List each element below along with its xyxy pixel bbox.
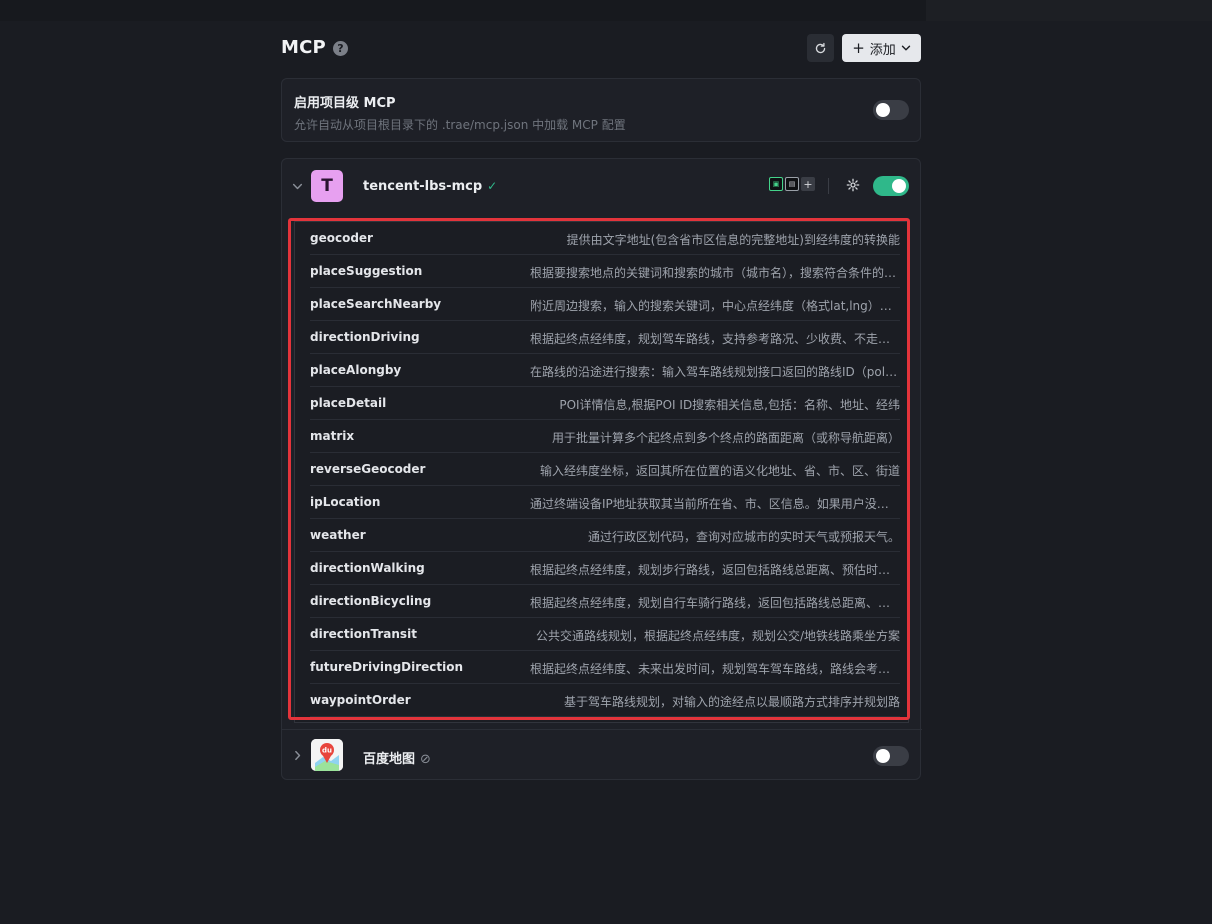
tool-description: 根据起终点经纬度，规划驾车路线，支持参考路况、少收费、不走高速 [530,332,900,346]
code-icon: ▤ [785,177,799,191]
tool-name: directionWalking [310,561,425,575]
tool-row[interactable]: placeSuggestion 根据要搜索地点的关键词和搜索的城市（城市名），搜索… [310,255,900,288]
divider [828,178,829,194]
tool-name: directionTransit [310,627,417,641]
tool-description: 根据起终点经纬度，规划步行路线，返回包括路线总距离、预估时间等 [530,563,900,577]
toggle-knob [892,179,906,193]
chevron-right-icon[interactable] [292,750,303,761]
tool-row[interactable]: waypointOrder 基于驾车路线规划，对输入的途经点以最顺路方式排序并规划… [310,684,900,717]
refresh-button[interactable] [807,34,834,62]
server-header-tencent[interactable]: T tencent-lbs-mcp ✓ ▣ ▤ + [282,159,922,213]
tool-row[interactable]: directionWalking 根据起终点经纬度，规划步行路线，返回包括路线总距… [310,552,900,585]
terminal-icon: ▣ [769,177,783,191]
disabled-icon: ⊘ [420,752,431,767]
tool-description: 根据要搜索地点的关键词和搜索的城市（城市名），搜索符合条件的地点 [530,266,900,280]
tool-name: placeSearchNearby [310,297,442,311]
tool-name: placeSuggestion [310,264,423,278]
top-strip-right [926,0,1212,21]
help-icon[interactable]: ? [333,41,348,56]
tool-name: placeAlongby [310,363,402,377]
server-name: 百度地图 ⊘ [363,748,431,767]
server-name-text: tencent-lbs-mcp [363,179,483,194]
server-list-card: T tencent-lbs-mcp ✓ ▣ ▤ + geocoder 提供由文字地址… [281,158,922,781]
server-header-baidu[interactable]: du 百度地图 ⊘ [282,729,922,781]
project-mcp-card: 启用项目级 MCP 允许自动从项目根目录下的 .trae/mcp.json 中加… [281,78,921,142]
tool-row[interactable]: placeAlongby 在路线的沿途进行搜索：输入驾车路线规划接口返回的路线ID… [310,354,900,387]
toggle-knob [876,103,890,117]
tool-name: matrix [310,429,355,443]
tool-row[interactable]: weather 通过行政区划代码，查询对应城市的实时天气或预报天气。 [310,519,900,552]
tool-list: geocoder 提供由文字地址(包含省市区信息的完整地址)到经纬度的转换能 pla… [294,221,909,723]
tool-description: 提供由文字地址(包含省市区信息的完整地址)到经纬度的转换能 [566,233,900,247]
baidu-logo-text: du [322,747,332,755]
tool-description: POI详情信息,根据POI ID搜索相关信息,包括：名称、地址、经纬 [559,398,900,412]
toggle-knob [876,749,890,763]
tool-name: waypointOrder [310,693,411,707]
tool-row[interactable]: futureDrivingDirection 根据起终点经纬度、未来出发时间，规划… [310,651,900,684]
tool-name: directionBicycling [310,594,432,608]
tool-description: 基于驾车路线规划，对输入的途经点以最顺路方式排序并规划路 [563,695,900,709]
server-avatar: T [311,170,343,202]
check-icon: ✓ [487,179,498,193]
tool-name: weather [310,528,366,542]
project-mcp-subtitle: 允许自动从项目根目录下的 .trae/mcp.json 中加载 MCP 配置 [294,118,626,132]
baidu-map-logo: du [311,739,343,771]
page-title: MCP [281,37,326,58]
tool-name: placeDetail [310,396,387,410]
tool-description: 通过终端设备IP地址获取其当前所在省、市、区信息。如果用户没有提供IP [530,497,900,511]
tool-name: geocoder [310,231,373,245]
tool-row[interactable]: geocoder 提供由文字地址(包含省市区信息的完整地址)到经纬度的转换能 [310,222,900,255]
add-button-label: 添加 [869,42,896,58]
tool-row[interactable]: ipLocation 通过终端设备IP地址获取其当前所在省、市、区信息。如果用户没… [310,486,900,519]
tool-description: 通过行政区划代码，查询对应城市的实时天气或预报天气。 [587,530,900,544]
tool-description: 输入经纬度坐标，返回其所在位置的语义化地址、省、市、区、街道 [539,464,900,478]
project-mcp-toggle[interactable] [873,100,909,120]
header: MCP ? + 添加 [281,34,921,64]
tool-description: 根据起终点经纬度，规划自行车骑行路线，返回包括路线总距离、预估时间 [530,596,900,610]
chevron-down-icon [901,45,910,51]
tool-description: 公共交通路线规划，根据起终点经纬度，规划公交/地铁线路乘坐方案 [535,629,900,643]
tool-name: reverseGeocoder [310,462,426,476]
tool-description: 附近周边搜索，输入的搜索关键词，中心点经纬度（格式lat,lng）和半径 [530,299,900,313]
chevron-down-icon[interactable] [292,181,303,192]
server-name-text: 百度地图 [363,752,416,767]
tool-row[interactable]: directionTransit 公共交通路线规划，根据起终点经纬度，规划公交/地… [310,618,900,651]
server-name: tencent-lbs-mcp ✓ [363,179,497,194]
plus-icon: + [852,38,865,57]
project-mcp-title: 启用项目级 MCP [294,96,396,111]
tool-name: ipLocation [310,495,381,509]
tool-name: directionDriving [310,330,420,344]
tool-row[interactable]: placeDetail POI详情信息,根据POI ID搜索相关信息,包括：名称、… [310,387,900,420]
refresh-icon [815,42,826,53]
top-strip [0,0,1212,21]
tool-row[interactable]: placeSearchNearby 附近周边搜索，输入的搜索关键词，中心点经纬度（… [310,288,900,321]
gear-icon[interactable] [843,175,863,195]
add-tag-icon[interactable]: + [801,177,815,191]
tool-description: 在路线的沿途进行搜索：输入驾车路线规划接口返回的路线ID（polyline） [530,365,900,379]
server-toggle-baidu[interactable] [873,746,909,766]
tool-name: futureDrivingDirection [310,660,464,674]
add-button[interactable]: + 添加 [842,34,921,62]
tool-description: 用于批量计算多个起终点到多个终点的路面距离（或称导航距离） [551,431,900,445]
tool-row[interactable]: reverseGeocoder 输入经纬度坐标，返回其所在位置的语义化地址、省、市… [310,453,900,486]
tool-row[interactable]: directionBicycling 根据起终点经纬度，规划自行车骑行路线，返回包… [310,585,900,618]
server-toggle-tencent[interactable] [873,176,909,196]
tool-row[interactable]: matrix 用于批量计算多个起终点到多个终点的路面距离（或称导航距离） [310,420,900,453]
tool-description: 根据起终点经纬度、未来出发时间，规划驾车驾车路线，路线会考虑未来路况 [530,662,900,676]
tool-row[interactable]: directionDriving 根据起终点经纬度，规划驾车路线，支持参考路况、少… [310,321,900,354]
transport-tags: ▣ ▤ + [769,177,815,191]
